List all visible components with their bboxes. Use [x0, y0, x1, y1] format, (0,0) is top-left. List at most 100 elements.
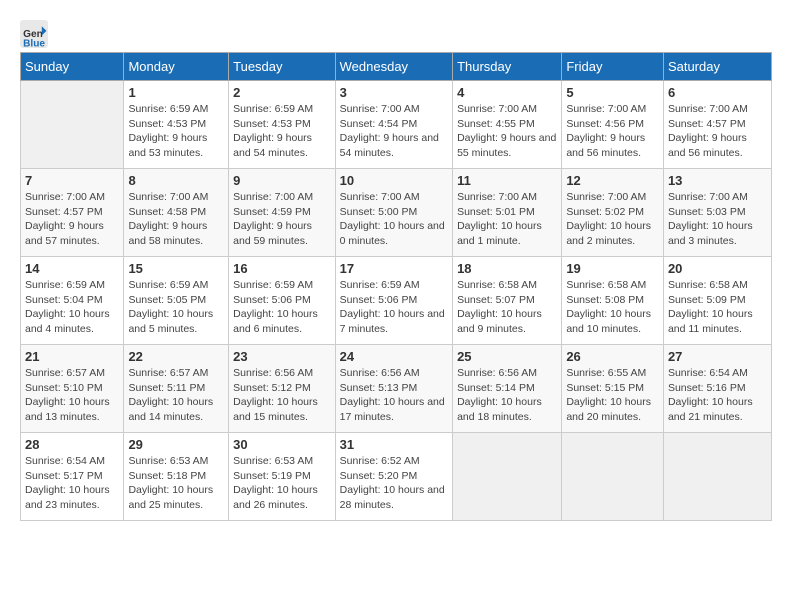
day-number: 31	[340, 437, 448, 452]
day-info: Sunrise: 7:00 AMSunset: 5:02 PMDaylight:…	[566, 190, 659, 249]
weekday-header: Monday	[124, 53, 229, 81]
calendar-cell: 17 Sunrise: 6:59 AMSunset: 5:06 PMDayligh…	[335, 257, 452, 345]
day-number: 2	[233, 85, 331, 100]
weekday-header: Friday	[562, 53, 664, 81]
calendar-cell: 18Sunrise: 6:58 AMSunset: 5:07 PMDayligh…	[453, 257, 562, 345]
day-info: Sunrise: 7:00 AMSunset: 4:58 PMDaylight:…	[128, 190, 224, 249]
day-info: Sunrise: 6:59 AMSunset: 5:06 PMDaylight:…	[340, 278, 448, 337]
calendar-cell: 21 Sunrise: 6:57 AMSunset: 5:10 PMDayligh…	[21, 345, 124, 433]
day-info: Sunrise: 6:53 AMSunset: 5:19 PMDaylight:…	[233, 454, 331, 513]
day-info: Sunrise: 6:57 AMSunset: 5:10 PMDaylight:…	[25, 366, 119, 425]
calendar-cell: 30 Sunrise: 6:53 AMSunset: 5:19 PMDayligh…	[229, 433, 336, 521]
day-info: Sunrise: 7:00 AMSunset: 5:03 PMDaylight:…	[668, 190, 767, 249]
day-number: 11	[457, 173, 557, 188]
weekday-header: Sunday	[21, 53, 124, 81]
calendar-cell: 9 Sunrise: 7:00 AMSunset: 4:59 PMDaylight…	[229, 169, 336, 257]
day-number: 16	[233, 261, 331, 276]
day-info: Sunrise: 6:57 AMSunset: 5:11 PMDaylight:…	[128, 366, 224, 425]
day-info: Sunrise: 7:00 AMSunset: 4:59 PMDaylight:…	[233, 190, 331, 249]
day-number: 25	[457, 349, 557, 364]
logo: Gen Blue	[20, 20, 52, 48]
day-number: 1	[128, 85, 224, 100]
calendar-cell: 8 Sunrise: 7:00 AMSunset: 4:58 PMDaylight…	[124, 169, 229, 257]
day-number: 14	[25, 261, 119, 276]
calendar-table: SundayMondayTuesdayWednesdayThursdayFrid…	[20, 52, 772, 521]
day-info: Sunrise: 6:54 AMSunset: 5:17 PMDaylight:…	[25, 454, 119, 513]
day-info: Sunrise: 6:59 AMSunset: 5:04 PMDaylight:…	[25, 278, 119, 337]
calendar-cell: 31 Sunrise: 6:52 AMSunset: 5:20 PMDayligh…	[335, 433, 452, 521]
calendar-cell	[663, 433, 771, 521]
calendar-cell: 20 Sunrise: 6:58 AMSunset: 5:09 PMDayligh…	[663, 257, 771, 345]
svg-text:Blue: Blue	[23, 38, 45, 48]
calendar-cell: 12 Sunrise: 7:00 AMSunset: 5:02 PMDayligh…	[562, 169, 664, 257]
calendar-cell: 5 Sunrise: 7:00 AMSunset: 4:56 PMDaylight…	[562, 81, 664, 169]
calendar-cell: 25 Sunrise: 6:56 AMSunset: 5:14 PMDayligh…	[453, 345, 562, 433]
day-number: 8	[128, 173, 224, 188]
day-number: 7	[25, 173, 119, 188]
day-info: Sunrise: 6:56 AMSunset: 5:14 PMDaylight:…	[457, 366, 557, 425]
calendar-cell: 27 Sunrise: 6:54 AMSunset: 5:16 PMDayligh…	[663, 345, 771, 433]
day-number: 6	[668, 85, 767, 100]
calendar-cell: 29 Sunrise: 6:53 AMSunset: 5:18 PMDayligh…	[124, 433, 229, 521]
day-info: Sunrise: 7:00 AMSunset: 4:57 PMDaylight:…	[668, 102, 767, 161]
calendar-cell: 10 Sunrise: 7:00 AMSunset: 5:00 PMDayligh…	[335, 169, 452, 257]
day-info: Sunrise: 7:00 AMSunset: 5:01 PMDaylight:…	[457, 190, 557, 249]
day-info: Sunrise: 7:00 AMSunset: 4:54 PMDaylight:…	[340, 102, 448, 161]
calendar-cell: 3 Sunrise: 7:00 AMSunset: 4:54 PMDaylight…	[335, 81, 452, 169]
day-info: Sunrise: 6:53 AMSunset: 5:18 PMDaylight:…	[128, 454, 224, 513]
day-number: 30	[233, 437, 331, 452]
day-info: Sunrise: 6:55 AMSunset: 5:15 PMDaylight:…	[566, 366, 659, 425]
weekday-header: Thursday	[453, 53, 562, 81]
calendar-cell: 16 Sunrise: 6:59 AMSunset: 5:06 PMDayligh…	[229, 257, 336, 345]
day-info: Sunrise: 6:59 AMSunset: 4:53 PMDaylight:…	[128, 102, 224, 161]
weekday-header: Wednesday	[335, 53, 452, 81]
calendar-cell: 4Sunrise: 7:00 AMSunset: 4:55 PMDaylight…	[453, 81, 562, 169]
calendar-cell: 14 Sunrise: 6:59 AMSunset: 5:04 PMDayligh…	[21, 257, 124, 345]
day-info: Sunrise: 6:54 AMSunset: 5:16 PMDaylight:…	[668, 366, 767, 425]
day-number: 20	[668, 261, 767, 276]
day-number: 10	[340, 173, 448, 188]
day-info: Sunrise: 6:59 AMSunset: 4:53 PMDaylight:…	[233, 102, 331, 161]
day-info: Sunrise: 6:58 AMSunset: 5:07 PMDaylight:…	[457, 278, 557, 337]
day-info: Sunrise: 6:59 AMSunset: 5:05 PMDaylight:…	[128, 278, 224, 337]
calendar-cell: 2 Sunrise: 6:59 AMSunset: 4:53 PMDaylight…	[229, 81, 336, 169]
day-info: Sunrise: 6:59 AMSunset: 5:06 PMDaylight:…	[233, 278, 331, 337]
day-info: Sunrise: 6:56 AMSunset: 5:12 PMDaylight:…	[233, 366, 331, 425]
weekday-header: Saturday	[663, 53, 771, 81]
calendar-cell: 22 Sunrise: 6:57 AMSunset: 5:11 PMDayligh…	[124, 345, 229, 433]
day-number: 29	[128, 437, 224, 452]
calendar-cell	[21, 81, 124, 169]
day-number: 22	[128, 349, 224, 364]
calendar-cell: 6 Sunrise: 7:00 AMSunset: 4:57 PMDaylight…	[663, 81, 771, 169]
day-info: Sunrise: 6:52 AMSunset: 5:20 PMDaylight:…	[340, 454, 448, 513]
day-number: 17	[340, 261, 448, 276]
calendar-cell: 24Sunrise: 6:56 AMSunset: 5:13 PMDayligh…	[335, 345, 452, 433]
calendar-cell	[453, 433, 562, 521]
day-info: Sunrise: 7:00 AMSunset: 4:56 PMDaylight:…	[566, 102, 659, 161]
calendar-cell: 26 Sunrise: 6:55 AMSunset: 5:15 PMDayligh…	[562, 345, 664, 433]
calendar-cell: 11 Sunrise: 7:00 AMSunset: 5:01 PMDayligh…	[453, 169, 562, 257]
day-number: 27	[668, 349, 767, 364]
day-info: Sunrise: 7:00 AMSunset: 5:00 PMDaylight:…	[340, 190, 448, 249]
day-number: 13	[668, 173, 767, 188]
day-number: 28	[25, 437, 119, 452]
day-number: 19	[566, 261, 659, 276]
calendar-cell: 23 Sunrise: 6:56 AMSunset: 5:12 PMDayligh…	[229, 345, 336, 433]
day-info: Sunrise: 7:00 AMSunset: 4:57 PMDaylight:…	[25, 190, 119, 249]
day-number: 21	[25, 349, 119, 364]
calendar-cell: 13 Sunrise: 7:00 AMSunset: 5:03 PMDayligh…	[663, 169, 771, 257]
calendar-cell: 28 Sunrise: 6:54 AMSunset: 5:17 PMDayligh…	[21, 433, 124, 521]
calendar-cell: 1 Sunrise: 6:59 AMSunset: 4:53 PMDaylight…	[124, 81, 229, 169]
calendar-cell: 19Sunrise: 6:58 AMSunset: 5:08 PMDayligh…	[562, 257, 664, 345]
calendar-cell	[562, 433, 664, 521]
day-number: 26	[566, 349, 659, 364]
day-number: 23	[233, 349, 331, 364]
day-number: 12	[566, 173, 659, 188]
day-info: Sunrise: 6:58 AMSunset: 5:09 PMDaylight:…	[668, 278, 767, 337]
day-number: 9	[233, 173, 331, 188]
day-number: 15	[128, 261, 224, 276]
day-number: 3	[340, 85, 448, 100]
logo-icon: Gen Blue	[20, 20, 48, 48]
weekday-header: Tuesday	[229, 53, 336, 81]
day-number: 5	[566, 85, 659, 100]
